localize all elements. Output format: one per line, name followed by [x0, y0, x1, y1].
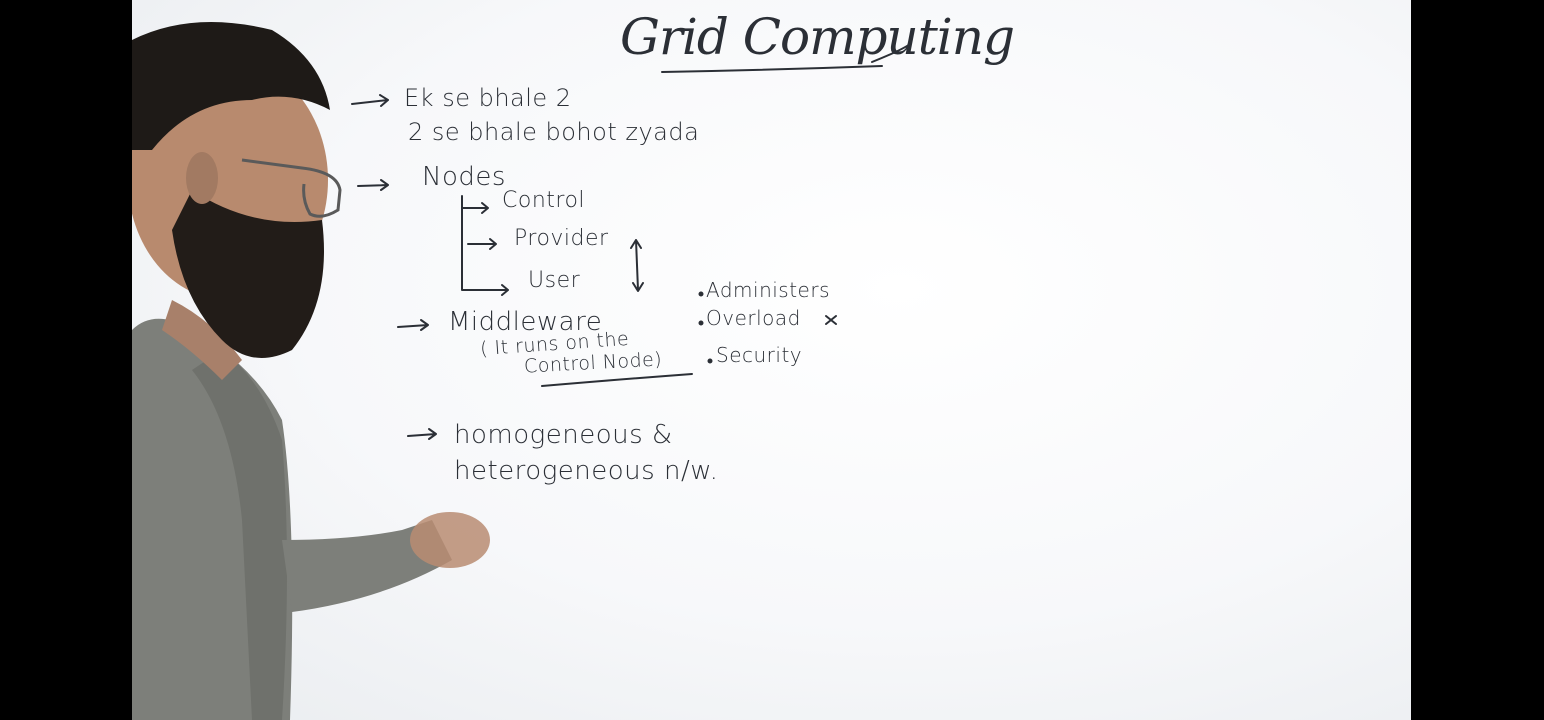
bullet-dot: [698, 291, 704, 297]
control-node-underline: [541, 373, 693, 387]
tree-arrow-provider: [467, 238, 497, 250]
video-frame: Grid Computing Ek se bhale 2 2 se bhale …: [132, 0, 1411, 720]
whiteboard-marks: [132, 22, 911, 720]
title-flourish: [871, 43, 911, 63]
letterbox-right: [1411, 0, 1544, 720]
cross-mark-icon: [825, 315, 837, 325]
arrow-icon: [357, 179, 389, 191]
tree-arrow-user: [487, 284, 509, 296]
title-underline: [661, 65, 883, 73]
arrow-icon: [351, 94, 389, 107]
bullet-dot: [698, 320, 704, 326]
arrow-icon: [407, 428, 437, 440]
presenter: [132, 22, 490, 720]
arrow-icon: [397, 319, 429, 331]
tree-arrow-control: [461, 202, 489, 214]
updown-arrow-icon: [630, 239, 644, 292]
bullet-dot: [707, 358, 713, 364]
letterbox-left: [0, 0, 132, 720]
